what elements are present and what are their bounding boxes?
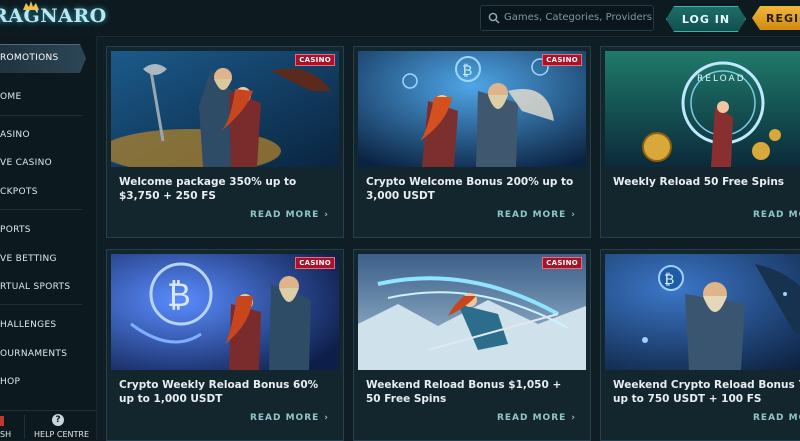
logo-text: RAGNARO xyxy=(0,5,107,27)
promo-title: Crypto Welcome Bonus 200% up to 3,000 US… xyxy=(366,176,574,202)
read-more-link[interactable]: READ MOR xyxy=(753,413,800,423)
promo-card[interactable]: CASINO Welcome package 350% up to $3,750… xyxy=(106,46,344,238)
cashier-icon xyxy=(0,416,4,426)
site-logo[interactable]: RAGNARO xyxy=(0,1,107,27)
sidebar-item-tournaments[interactable]: OURNAMENTS xyxy=(0,349,67,359)
read-more-link[interactable]: READ MOR xyxy=(753,210,800,220)
sidebar-item-label: ROMOTIONS xyxy=(0,53,59,63)
help-icon[interactable]: ? xyxy=(52,414,64,426)
chevron-right-icon: › xyxy=(571,413,576,423)
promo-title: Welcome package 350% up to $3,750 + 250 … xyxy=(119,176,297,202)
promo-title: Crypto Weekly Reload Bonus 60% up to 1,0… xyxy=(119,379,319,405)
promo-card[interactable]: ₿ CASINO Crypto Weekly Reload Bonus 60% … xyxy=(106,249,344,441)
read-more-label: READ MORE xyxy=(496,210,567,220)
sidebar-item-live-casino[interactable]: VE CASINO xyxy=(0,158,52,168)
promo-image xyxy=(358,254,586,370)
cashier-link[interactable]: SH xyxy=(0,430,11,439)
search-input[interactable]: Games, Categories, Providers xyxy=(480,5,654,31)
read-more-link[interactable]: READ MORE › xyxy=(250,210,329,220)
promo-image: ₿ xyxy=(111,254,339,370)
read-more-label: READ MORE xyxy=(496,413,567,423)
svg-text:₿: ₿ xyxy=(462,63,472,79)
promo-card[interactable]: RELOAD Weekly Reload 50 Free Spins READ … xyxy=(600,46,800,238)
divider xyxy=(24,415,25,439)
register-button[interactable]: REGIS xyxy=(752,6,800,30)
promo-title: Weekly Reload 50 Free Spins xyxy=(613,176,785,188)
casino-badge: CASINO xyxy=(295,54,335,66)
search-placeholder: Games, Categories, Providers xyxy=(504,12,652,23)
login-button[interactable]: LOG IN xyxy=(666,6,746,32)
sidebar-item-sports[interactable]: PORTS xyxy=(0,225,31,235)
sidebar-item-jackpots[interactable]: CKPOTS xyxy=(0,187,38,197)
svg-text:RELOAD: RELOAD xyxy=(697,74,746,84)
read-more-label: READ MORE xyxy=(249,413,320,423)
sidebar-item-virtual-sports[interactable]: RTUAL SPORTS xyxy=(0,282,70,292)
divider xyxy=(0,209,82,210)
read-more-link[interactable]: READ MORE › xyxy=(497,413,576,423)
sidebar-bottom: SH ? HELP CENTRE xyxy=(0,410,96,441)
casino-badge: CASINO xyxy=(295,257,335,269)
promo-image xyxy=(111,51,339,167)
chevron-right-icon: › xyxy=(571,210,576,220)
promo-title: Weekend Reload Bonus $1,050 + 50 Free Sp… xyxy=(366,379,562,405)
sidebar-item-casino[interactable]: ASINO xyxy=(0,130,30,140)
casino-badge: CASINO xyxy=(542,257,582,269)
sidebar-item-promotions[interactable]: ROMOTIONS xyxy=(0,44,86,73)
sidebar-item-live-betting[interactable]: VE BETTING xyxy=(0,254,57,264)
promo-image: ₿ xyxy=(605,254,800,370)
read-more-link[interactable]: READ MORE › xyxy=(497,210,576,220)
promo-card[interactable]: ₿ Weekend Crypto Reload Bonus 75% up to … xyxy=(600,249,800,441)
svg-text:₿: ₿ xyxy=(167,276,191,314)
promo-image: RELOAD xyxy=(605,51,800,167)
read-more-label: READ MOR xyxy=(753,210,800,220)
sidebar-item-home[interactable]: OME xyxy=(0,92,21,102)
chevron-right-icon: › xyxy=(324,210,329,220)
divider xyxy=(0,304,82,305)
sidebar-item-challenges[interactable]: HALLENGES xyxy=(0,320,56,330)
crest-icon xyxy=(23,1,39,10)
promo-image: ₿ xyxy=(358,51,586,167)
sidebar-item-shop[interactable]: HOP xyxy=(0,377,20,387)
casino-badge: CASINO xyxy=(542,54,582,66)
promo-card[interactable]: ₿ CASINO Crypto Welcome Bonus 200% up to… xyxy=(353,46,591,238)
read-more-label: READ MOR xyxy=(753,413,800,423)
top-header: RAGNARO Games, Categories, Providers LOG… xyxy=(0,0,800,37)
promo-card[interactable]: CASINO Weekend Reload Bonus $1,050 + 50 … xyxy=(353,249,591,441)
sidebar: ROMOTIONS OME ASINO VE CASINO CKPOTS POR… xyxy=(0,36,97,440)
help-centre-link[interactable]: HELP CENTRE xyxy=(34,430,89,439)
read-more-label: READ MORE xyxy=(249,210,320,220)
divider xyxy=(0,115,82,116)
svg-text:₿: ₿ xyxy=(664,272,674,288)
read-more-link[interactable]: READ MORE › xyxy=(250,413,329,423)
search-icon xyxy=(488,12,500,24)
promo-title: Weekend Crypto Reload Bonus 75% up to 75… xyxy=(613,379,800,405)
chevron-right-icon: › xyxy=(324,413,329,423)
